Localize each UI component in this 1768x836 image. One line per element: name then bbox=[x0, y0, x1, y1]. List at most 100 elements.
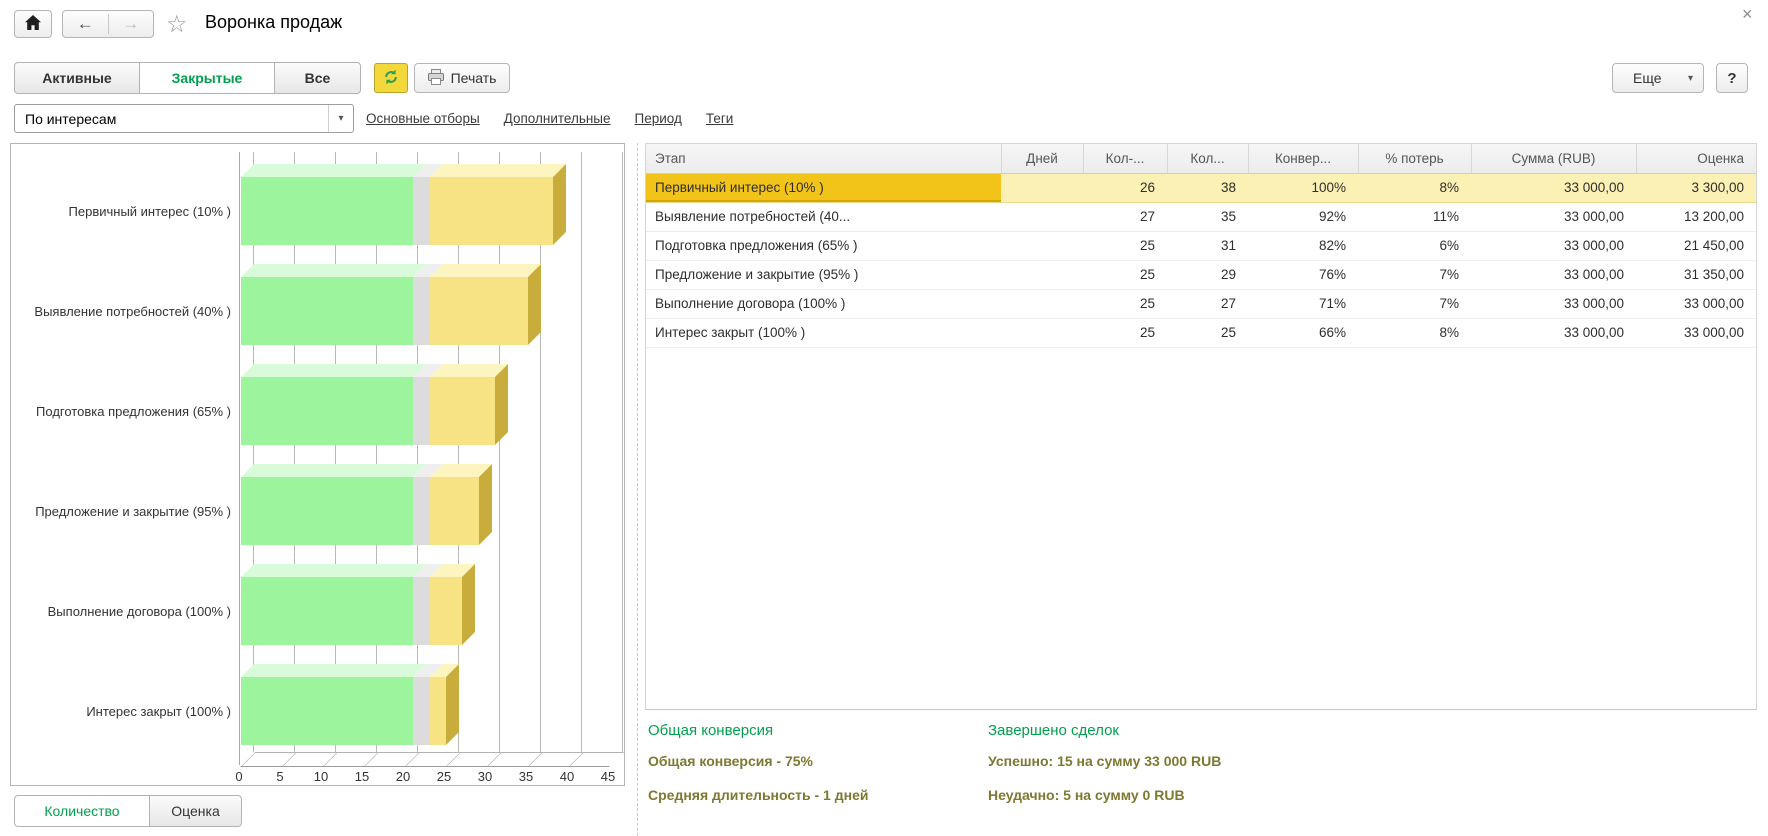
funnel-bar-segment bbox=[241, 377, 413, 445]
x-axis-tick-label: 10 bbox=[301, 769, 341, 784]
funnel-bar-segment bbox=[413, 677, 429, 745]
value-cell: 33 000,00 bbox=[1471, 231, 1636, 260]
funnel-plot bbox=[239, 152, 623, 765]
chart-axis-floor bbox=[240, 752, 624, 767]
stages-table-body: Первичный интерес (10% )2638100%8%33 000… bbox=[646, 173, 1756, 347]
status-tab-group: Активные Закрытые Все bbox=[14, 62, 361, 94]
back-button[interactable]: ← bbox=[63, 14, 109, 34]
panel-splitter[interactable] bbox=[637, 143, 638, 836]
funnel-bar-top-face bbox=[241, 364, 426, 377]
funnel-bar-segment bbox=[241, 577, 413, 645]
chart-category-label: Первичный интерес (10% ) bbox=[17, 177, 231, 245]
value-cell: 33 000,00 bbox=[1471, 318, 1636, 347]
funnel-bar-segment bbox=[241, 277, 413, 345]
funnel-bar-side bbox=[462, 564, 475, 645]
column-header-count1[interactable]: Кол-... bbox=[1083, 144, 1167, 173]
funnel-bar-top-face bbox=[430, 264, 541, 277]
summary-success-line: Успешно: 15 на сумму 33 000 RUB bbox=[988, 753, 1221, 769]
column-header-amount[interactable]: Сумма (RUB) bbox=[1471, 144, 1636, 173]
funnel-bar-segment bbox=[430, 677, 446, 745]
column-header-days[interactable]: Дней bbox=[1001, 144, 1083, 173]
link-tags[interactable]: Теги bbox=[706, 111, 733, 126]
stage-cell: Подготовка предложения (65% ) bbox=[646, 231, 1001, 260]
value-cell: 82% bbox=[1248, 231, 1358, 260]
toggle-quantity[interactable]: Количество bbox=[14, 795, 150, 827]
value-cell: 100% bbox=[1248, 173, 1358, 202]
help-button[interactable]: ? bbox=[1716, 63, 1748, 93]
refresh-button[interactable] bbox=[374, 63, 408, 93]
funnel-bar-segment bbox=[241, 477, 413, 545]
value-cell: 71% bbox=[1248, 289, 1358, 318]
value-cell: 33 000,00 bbox=[1471, 173, 1636, 202]
value-cell: 27 bbox=[1083, 202, 1167, 231]
more-button[interactable]: Еще ▾ bbox=[1612, 63, 1704, 93]
x-axis-tick-label: 45 bbox=[588, 769, 628, 784]
close-icon[interactable]: × bbox=[1742, 4, 1753, 25]
funnel-bar-segment bbox=[241, 177, 413, 245]
summary-conversion-line: Общая конверсия - 75% bbox=[648, 753, 868, 769]
funnel-bar-segment bbox=[413, 277, 429, 345]
value-cell: 13 200,00 bbox=[1636, 202, 1756, 231]
funnel-bar-top bbox=[241, 364, 508, 377]
column-header-conversion[interactable]: Конвер... bbox=[1248, 144, 1358, 173]
chart-gridline bbox=[581, 152, 582, 752]
home-icon bbox=[25, 15, 41, 33]
summary-duration-line: Средняя длительность - 1 дней bbox=[648, 787, 868, 803]
value-cell: 33 000,00 bbox=[1471, 260, 1636, 289]
funnel-bar-segment bbox=[430, 577, 463, 645]
table-row[interactable]: Подготовка предложения (65% )253182%6%33… bbox=[646, 231, 1756, 260]
table-row[interactable]: Первичный интерес (10% )2638100%8%33 000… bbox=[646, 173, 1756, 202]
table-row[interactable]: Выполнение договора (100% )252771%7%33 0… bbox=[646, 289, 1756, 318]
link-period[interactable]: Период bbox=[635, 111, 682, 126]
value-cell: 33 000,00 bbox=[1636, 318, 1756, 347]
view-mode-select[interactable]: По интересам ▾ bbox=[14, 104, 354, 133]
value-cell: 38 bbox=[1167, 173, 1248, 202]
view-mode-value: По интересам bbox=[15, 105, 328, 132]
value-cell: 7% bbox=[1358, 260, 1471, 289]
chart-category-label: Выполнение договора (100% ) bbox=[17, 577, 231, 645]
table-row[interactable]: Предложение и закрытие (95% )252976%7%33… bbox=[646, 260, 1756, 289]
funnel-bar-front bbox=[241, 677, 446, 745]
x-axis-tick-label: 30 bbox=[465, 769, 505, 784]
column-header-count2[interactable]: Кол... bbox=[1167, 144, 1248, 173]
column-header-stage[interactable]: Этап bbox=[646, 144, 1001, 173]
chart-category-label: Выявление потребностей (40% ) bbox=[17, 277, 231, 345]
value-cell: 8% bbox=[1358, 173, 1471, 202]
funnel-bar-front bbox=[241, 577, 462, 645]
value-cell: 31 350,00 bbox=[1636, 260, 1756, 289]
value-cell: 8% bbox=[1358, 318, 1471, 347]
value-cell: 76% bbox=[1248, 260, 1358, 289]
table-row[interactable]: Интерес закрыт (100% )252566%8%33 000,00… bbox=[646, 318, 1756, 347]
home-button[interactable] bbox=[14, 10, 52, 38]
tab-active-deals[interactable]: Активные bbox=[14, 62, 140, 94]
more-button-label: Еще bbox=[1633, 70, 1662, 86]
funnel-bar-top bbox=[241, 464, 492, 477]
sales-funnel-window: ← → ☆ Воронка продаж × Активные Закрытые… bbox=[0, 0, 1768, 836]
value-cell bbox=[1001, 173, 1083, 202]
funnel-bar-top-face bbox=[241, 564, 426, 577]
forward-button[interactable]: → bbox=[109, 14, 154, 34]
link-main-filters[interactable]: Основные отборы bbox=[366, 111, 480, 126]
value-cell bbox=[1001, 231, 1083, 260]
toggle-estimate[interactable]: Оценка bbox=[149, 795, 242, 827]
summary-deals-block: Завершено сделок Успешно: 15 на сумму 33… bbox=[988, 722, 1221, 821]
funnel-bar-segment bbox=[430, 477, 479, 545]
funnel-bar-segment bbox=[413, 477, 429, 545]
table-row[interactable]: Выявление потребностей (40...273592%11%3… bbox=[646, 202, 1756, 231]
column-header-loss-percent[interactable]: % потерь bbox=[1358, 144, 1471, 173]
x-axis-tick-label: 15 bbox=[342, 769, 382, 784]
link-additional-filters[interactable]: Дополнительные bbox=[504, 111, 611, 126]
value-cell: 25 bbox=[1083, 318, 1167, 347]
funnel-bar-top-face bbox=[241, 164, 426, 177]
favorite-star-icon[interactable]: ☆ bbox=[166, 10, 188, 39]
funnel-bar-top bbox=[241, 264, 541, 277]
value-cell bbox=[1001, 318, 1083, 347]
chart-category-label: Подготовка предложения (65% ) bbox=[17, 377, 231, 445]
value-cell: 35 bbox=[1167, 202, 1248, 231]
tab-closed-deals[interactable]: Закрытые bbox=[139, 62, 275, 94]
funnel-bar-top bbox=[241, 664, 459, 677]
print-button[interactable]: Печать bbox=[414, 63, 510, 93]
refresh-icon bbox=[382, 68, 400, 89]
tab-all-deals[interactable]: Все bbox=[274, 62, 361, 94]
column-header-estimate[interactable]: Оценка bbox=[1636, 144, 1756, 173]
